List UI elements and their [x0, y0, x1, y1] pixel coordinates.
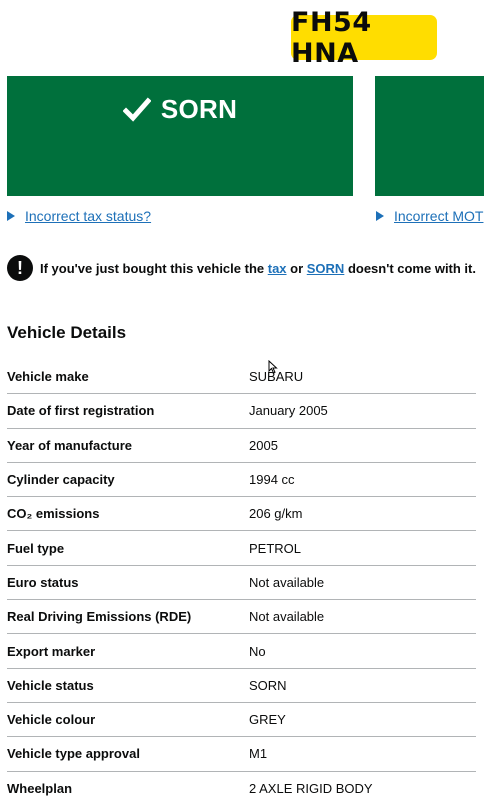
triangle-right-icon	[7, 211, 15, 221]
triangle-right-icon	[376, 211, 384, 221]
detail-value: January 2005	[249, 403, 328, 419]
detail-label: Date of first registration	[7, 403, 155, 419]
detail-label: Fuel type	[7, 540, 65, 556]
detail-row-fuel-type: Fuel type PETROL	[7, 531, 476, 566]
incorrect-tax-status-link[interactable]: Incorrect tax status?	[7, 208, 151, 224]
tax-status-heading: SORN	[7, 94, 353, 125]
detail-row-wheelplan: Wheelplan 2 AXLE RIGID BODY	[7, 772, 476, 800]
detail-row-export-marker: Export marker No	[7, 634, 476, 669]
incorrect-mot-link[interactable]: Incorrect MOT	[376, 208, 483, 224]
detail-value: M1	[249, 746, 268, 762]
detail-label: CO₂ emissions	[7, 506, 100, 522]
registration-plate: FH54 HNA	[291, 7, 437, 69]
detail-value: 206 g/km	[249, 506, 303, 522]
detail-value: No	[249, 643, 266, 659]
detail-row-type-approval: Vehicle type approval M1	[7, 737, 476, 772]
vehicle-details-list: Vehicle make SUBARU Date of first regist…	[7, 360, 476, 800]
detail-value: 1994 cc	[249, 472, 295, 488]
detail-row-vehicle-colour: Vehicle colour GREY	[7, 703, 476, 738]
vehicle-enquiry-page: FH54 HNA SORN Incorrect tax status? Inco…	[0, 0, 484, 800]
detail-label: Vehicle type approval	[7, 746, 140, 762]
detail-label: Real Driving Emissions (RDE)	[7, 609, 192, 625]
detail-label: Export marker	[7, 643, 96, 659]
detail-value: 2 AXLE RIGID BODY	[249, 781, 373, 797]
vehicle-details-heading: Vehicle Details	[7, 323, 127, 342]
warning-text-or: or	[286, 260, 307, 276]
detail-row-rde: Real Driving Emissions (RDE) Not availab…	[7, 600, 476, 635]
detail-label: Vehicle colour	[7, 712, 96, 728]
detail-label: Vehicle make	[7, 369, 89, 385]
incorrect-mot-label: Incorrect MOT	[394, 208, 484, 224]
detail-value: 2005	[249, 437, 278, 453]
exclamation-icon: !	[7, 255, 33, 281]
detail-label: Vehicle status	[7, 677, 94, 693]
warning-text-after: doesn't come with it.	[344, 260, 476, 276]
detail-label: Euro status	[7, 574, 79, 590]
detail-row-year-of-manufacture: Year of manufacture 2005	[7, 429, 476, 463]
tax-status-panel: SORN	[7, 76, 353, 196]
detail-row-co2-emissions: CO₂ emissions 206 g/km	[7, 497, 476, 532]
detail-value: Not available	[249, 574, 325, 590]
warning-text-before: If you've just bought this vehicle the	[40, 260, 268, 276]
tax-link[interactable]: tax	[268, 261, 287, 276]
detail-label: Wheelplan	[7, 781, 73, 797]
detail-row-cylinder-capacity: Cylinder capacity 1994 cc	[7, 463, 476, 498]
detail-row-first-registration: Date of first registration January 2005	[7, 394, 476, 429]
incorrect-tax-status-label: Incorrect tax status?	[25, 208, 152, 224]
mouse-cursor-icon	[268, 360, 278, 374]
detail-value: SORN	[249, 677, 287, 693]
detail-label: Year of manufacture	[7, 437, 132, 453]
detail-row-make: Vehicle make SUBARU	[7, 360, 476, 395]
detail-value: Not available	[249, 609, 325, 625]
warning-text: ! If you've just bought this vehicle the…	[7, 255, 476, 281]
sorn-link[interactable]: SORN	[307, 261, 345, 276]
detail-row-euro-status: Euro status Not available	[7, 566, 476, 601]
check-icon	[122, 96, 151, 122]
mot-status-panel	[375, 76, 484, 196]
detail-value: PETROL	[249, 540, 302, 556]
detail-label: Cylinder capacity	[7, 472, 115, 488]
detail-row-vehicle-status: Vehicle status SORN	[7, 669, 476, 703]
tax-status-text: SORN	[160, 94, 238, 124]
detail-value: GREY	[249, 712, 286, 728]
